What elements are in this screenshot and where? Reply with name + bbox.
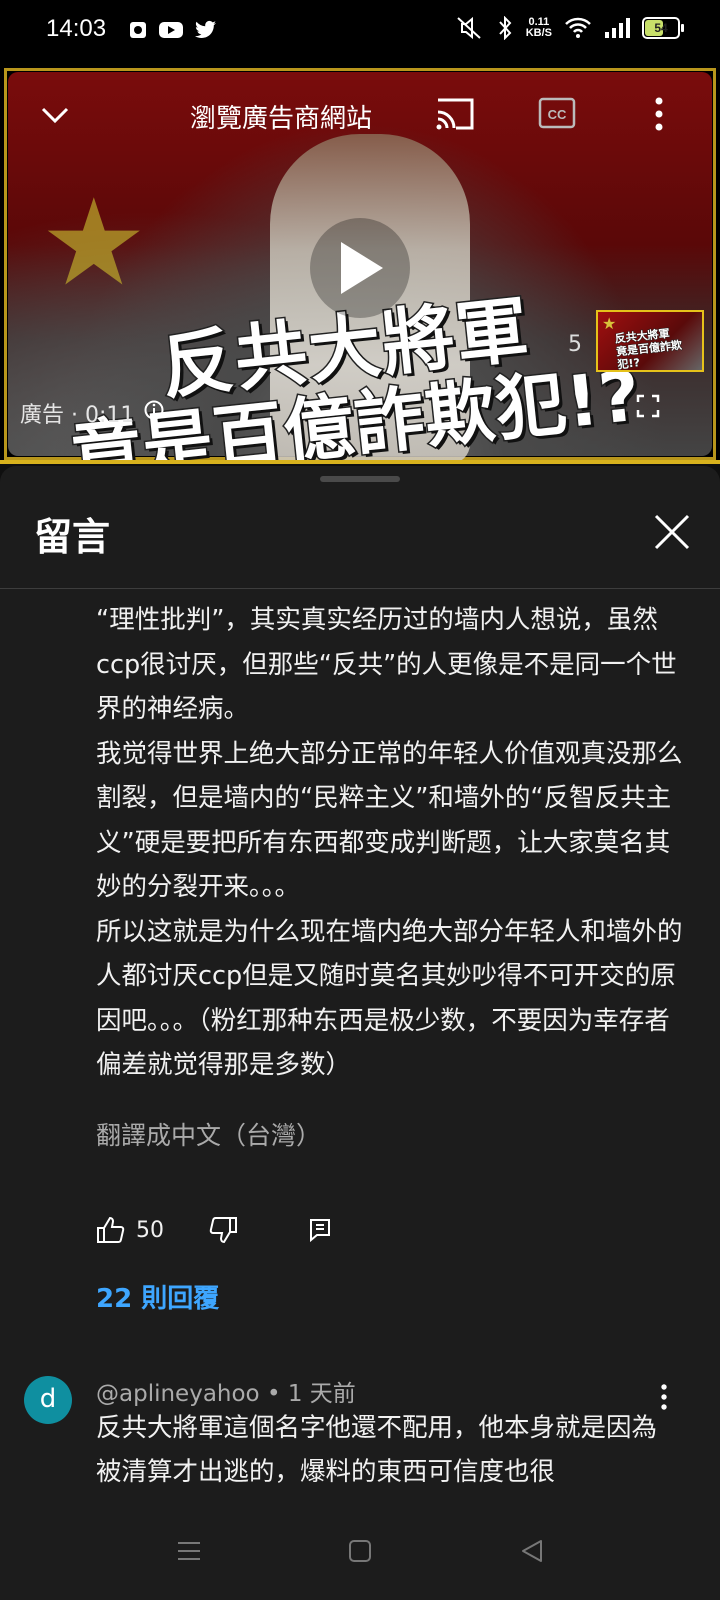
signal-icon [605, 18, 630, 38]
like-count: 50 [136, 1217, 164, 1243]
network-speed: 0.11 KB/S [526, 17, 552, 39]
play-button[interactable] [310, 218, 410, 318]
youtube-icon [159, 22, 183, 38]
comments-title: 留言 [34, 515, 111, 559]
mute-icon [457, 16, 481, 40]
home-icon[interactable] [348, 1538, 372, 1564]
battery-icon: 54 [642, 17, 684, 39]
thumb-star-icon: ★ [602, 314, 617, 333]
captions-icon[interactable]: CC [538, 96, 576, 130]
comment-text: “理性批判”，其实真实经历过的墙内人想说，虽然ccp很讨厌，但那些“反共”的人更… [96, 598, 686, 1088]
battery-level: 54 [654, 21, 668, 35]
system-navigation-bar [0, 1512, 720, 1600]
ad-time-label: 廣告 · 0:11 [20, 403, 135, 428]
view-replies-link[interactable]: 22 則回覆 [96, 1278, 219, 1315]
dislike-icon[interactable] [208, 1216, 238, 1244]
close-icon[interactable] [650, 510, 694, 554]
ad-progress-bar [0, 460, 720, 464]
menu-icon[interactable] [176, 1538, 202, 1564]
svg-text:CC: CC [548, 107, 567, 122]
reply-icon[interactable] [308, 1217, 332, 1243]
comment-author-meta[interactable]: @aplineyahoo • 1 天前 [96, 1374, 356, 1408]
visit-advertiser-link[interactable]: 瀏覽廣告商網站 [190, 98, 372, 135]
status-bar: 14:03 0.11 KB/S 54 [0, 0, 720, 64]
twitter-icon [195, 20, 216, 39]
system-indicators: 0.11 KB/S 54 [454, 16, 684, 40]
cast-icon[interactable] [434, 96, 476, 132]
net-speed-unit: KB/S [525, 27, 552, 39]
header-divider [0, 588, 720, 589]
skip-countdown: 5 [568, 332, 582, 357]
translate-link[interactable]: 翻譯成中文（台灣） [96, 1116, 321, 1152]
comments-panel: 留言 “理性批判”，其实真实经历过的墙内人想说，虽然ccp很讨厌，但那些“反共”… [0, 466, 720, 1600]
comment-paragraph: “理性批判”，其实真实经历过的墙内人想说，虽然ccp很讨厌，但那些“反共”的人更… [96, 605, 677, 724]
bluetooth-icon [498, 16, 512, 40]
status-time: 14:03 [46, 15, 107, 42]
fullscreen-icon[interactable] [636, 394, 660, 418]
avatar[interactable]: d [24, 1376, 72, 1424]
ad-info-icon[interactable] [144, 400, 164, 420]
more-options-icon[interactable] [650, 96, 668, 132]
star-icon: ★ [40, 174, 148, 313]
comment-text: 反共大將軍這個名字他還不配用，他本身就是因為被清算才出逃的，爆料的東西可信度也很 [96, 1413, 658, 1487]
like-icon[interactable] [96, 1216, 126, 1244]
wifi-icon [565, 17, 591, 38]
comment-paragraph: 我觉得世界上绝大部分正常的年轻人价值观真没那么割裂，但是墙内的“民粹主义”和墙外… [96, 738, 683, 903]
comment-actions: 50 [96, 1216, 332, 1244]
notification-icons [128, 20, 218, 40]
drag-handle[interactable] [320, 476, 400, 482]
comment-paragraph: 所以这就是为什么现在墙内绝大部分年轻人和墙外的人都讨厌ccp但是又随时莫名其妙吵… [96, 916, 683, 1081]
minimize-chevron-icon[interactable] [40, 100, 70, 130]
play-icon [341, 242, 383, 294]
ad-preview-thumbnail[interactable]: ★ 反共大將軍 竟是百億詐欺犯!? [596, 310, 704, 372]
back-icon[interactable] [520, 1538, 544, 1564]
data-saver-icon [130, 22, 146, 38]
ad-thumb-text: 反共大將軍 竟是百億詐欺犯!? [614, 324, 702, 370]
